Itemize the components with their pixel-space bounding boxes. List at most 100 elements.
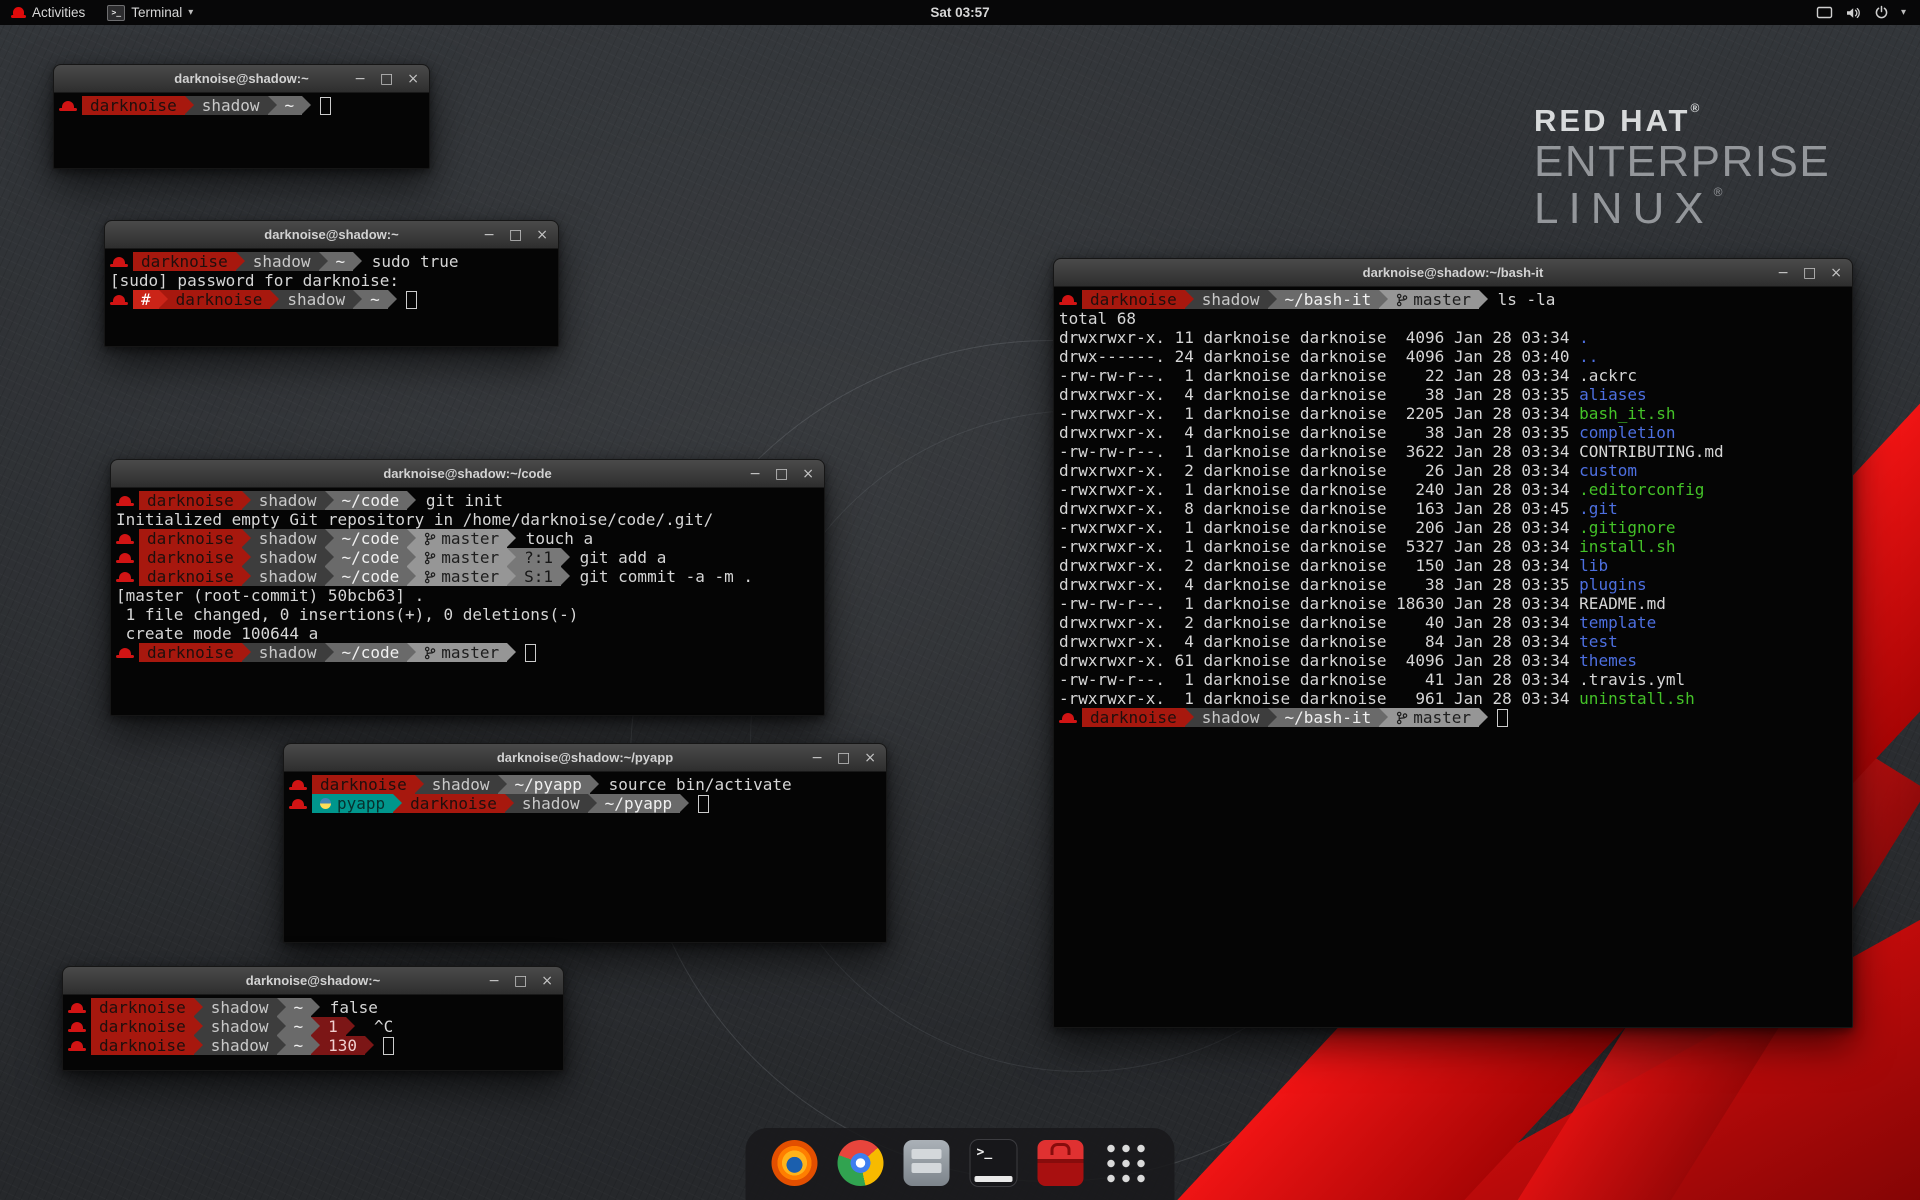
terminal-icon[interactable]: >_	[970, 1139, 1018, 1187]
minimize-button[interactable]: −	[811, 751, 823, 765]
close-button[interactable]: ×	[541, 974, 553, 988]
firefox-icon[interactable]	[772, 1140, 818, 1186]
terminal-line: drwxrwxr-x. 4 darknoise darknoise 38 Jan…	[1059, 575, 1847, 594]
powerline-arrow-icon	[325, 567, 334, 586]
window-titlebar[interactable]: darknoise@shadow:~−□×	[54, 65, 429, 93]
terminal-content[interactable]: darknoiseshadow~/pyapp source bin/activa…	[284, 772, 886, 816]
registered-mark: ®	[1714, 185, 1733, 199]
terminal-line: darknoiseshadow~	[59, 96, 424, 115]
terminal-text: .travis.yml	[1579, 670, 1685, 689]
maximize-button[interactable]: □	[837, 751, 850, 765]
redhat-prompt-icon	[119, 534, 131, 543]
app-grid-icon[interactable]	[1104, 1141, 1149, 1186]
terminal-text: -rw-rw-r--. 1 darknoise darknoise 3622 J…	[1059, 442, 1579, 461]
terminal-line: -rwxrwxr-x. 1 darknoise darknoise 961 Ja…	[1059, 689, 1847, 708]
powerline-arrow-icon	[277, 1036, 286, 1055]
terminal-line: -rw-rw-r--. 1 darknoise darknoise 41 Jan…	[1059, 670, 1847, 689]
chrome-icon[interactable]	[838, 1140, 884, 1186]
powerline-arrow-icon	[407, 548, 416, 567]
terminal-content[interactable]: darknoiseshadow~ falsedarknoiseshadow~1 …	[63, 995, 563, 1058]
redhat-prompt-icon	[119, 648, 131, 657]
window-titlebar[interactable]: darknoise@shadow:~ −□ ×	[105, 221, 558, 249]
terminal-line: drwxrwxr-x. 11 darknoise darknoise 4096 …	[1059, 328, 1847, 347]
prompt-segment-host: shadow	[203, 1017, 277, 1036]
close-button[interactable]: ×	[1830, 266, 1842, 280]
activities-button[interactable]: Activities	[0, 0, 96, 25]
terminal-text: -rwxrwxr-x. 1 darknoise darknoise 240 Ja…	[1059, 480, 1579, 499]
maximize-button[interactable]: □	[514, 974, 527, 988]
minimize-button[interactable]: −	[354, 72, 366, 86]
terminal-content[interactable]: darknoiseshadow~ sudo true[sudo] passwor…	[105, 249, 558, 312]
terminal-text: drwxrwxr-x. 2 darknoise darknoise 26 Jan…	[1059, 461, 1579, 480]
terminal-content[interactable]: darknoiseshadow~/bash-itmaster ls -latot…	[1054, 287, 1852, 730]
window-titlebar[interactable]: darknoise@shadow:~/pyapp−□×	[284, 744, 886, 772]
git-branch-icon	[1396, 711, 1408, 725]
redhat-prompt-icon	[119, 572, 131, 581]
file-name: .gitignore	[1579, 518, 1675, 537]
terminal-line: [sudo] password for darknoise:	[110, 271, 553, 290]
terminal-line: darknoiseshadow~/codemasterS:1 git commi…	[116, 567, 819, 586]
terminal-line: drwxrwxr-x. 2 darknoise darknoise 40 Jan…	[1059, 613, 1847, 632]
terminal-text: README.md	[1579, 594, 1666, 613]
app-menu-terminal[interactable]: >_ Terminal ▾	[96, 0, 204, 25]
minimize-button[interactable]: −	[1777, 266, 1789, 280]
minimize-button[interactable]: −	[483, 228, 495, 242]
close-button[interactable]: ×	[536, 228, 548, 242]
terminal-line: darknoiseshadow~/pyapp source bin/activa…	[289, 775, 881, 794]
prompt-segment-count: ?:1	[516, 548, 561, 567]
powerline-arrow-icon	[1479, 708, 1488, 727]
close-button[interactable]: ×	[802, 467, 814, 481]
terminal-line: -rwxrwxr-x. 1 darknoise darknoise 240 Ja…	[1059, 480, 1847, 499]
window-titlebar[interactable]: darknoise@shadow:~/bash-it−□×	[1054, 259, 1852, 287]
minimize-button[interactable]: −	[488, 974, 500, 988]
maximize-button[interactable]: □	[775, 467, 788, 481]
powerline-arrow-icon	[407, 567, 416, 586]
minimize-button[interactable]: −	[749, 467, 761, 481]
maximize-button[interactable]: □	[380, 72, 393, 86]
toolbox-icon[interactable]	[1038, 1140, 1084, 1186]
close-button[interactable]: ×	[864, 751, 876, 765]
powerline-arrow-icon	[393, 794, 402, 813]
prompt-segment-path: ~/pyapp	[597, 794, 680, 813]
powerline-arrow-icon	[242, 567, 251, 586]
terminal-text: drwxrwxr-x. 4 darknoise darknoise 38 Jan…	[1059, 575, 1579, 594]
terminal-line: drwx------. 24 darknoise darknoise 4096 …	[1059, 347, 1847, 366]
terminal-text: drwx------. 24 darknoise darknoise 4096 …	[1059, 347, 1579, 366]
terminal-text: source bin/activate	[599, 775, 792, 794]
redhat-prompt-icon	[292, 799, 304, 808]
close-button[interactable]: ×	[407, 72, 419, 86]
terminal-line: drwxrwxr-x. 8 darknoise darknoise 163 Ja…	[1059, 499, 1847, 518]
terminal-text: drwxrwxr-x. 2 darknoise darknoise 150 Ja…	[1059, 556, 1579, 575]
terminal-line: darknoiseshadow~/codemaster	[116, 643, 819, 662]
prompt-segment-path: ~/code	[334, 491, 408, 510]
files-icon[interactable]	[904, 1140, 950, 1186]
prompt-segment-user: darknoise	[1082, 290, 1185, 309]
powerline-arrow-icon	[242, 491, 251, 510]
window-titlebar[interactable]: darknoise@shadow:~/code−□×	[111, 460, 824, 488]
system-status-area[interactable]: ▾	[1802, 0, 1920, 25]
powerline-arrow-icon	[507, 548, 516, 567]
powerline-arrow-icon	[242, 548, 251, 567]
terminal-text: -rw-rw-r--. 1 darknoise darknoise 22 Jan…	[1059, 366, 1579, 385]
maximize-button[interactable]: □	[1803, 266, 1816, 280]
window-titlebar[interactable]: darknoise@shadow:~−□×	[63, 967, 563, 995]
clock[interactable]: Sat 03:57	[930, 5, 989, 20]
terminal-line: #darknoiseshadow~	[110, 290, 553, 309]
terminal-content[interactable]: darknoiseshadow~	[54, 93, 429, 118]
prompt-segment-path: ~/bash-it	[1277, 290, 1380, 309]
prompt-segment-count: S:1	[516, 567, 561, 586]
prompt-segment-user: darknoise	[168, 290, 271, 309]
redhat-logo-icon	[11, 7, 26, 18]
terminal-text: [sudo] password for darknoise:	[110, 271, 399, 290]
prompt-segment-host: shadow	[251, 567, 325, 586]
terminal-content[interactable]: darknoiseshadow~/code git initInitialize…	[111, 488, 824, 665]
window-title: darknoise@shadow:~	[264, 227, 398, 242]
powerline-arrow-icon	[277, 1017, 286, 1036]
maximize-button[interactable]: □	[509, 228, 522, 242]
app-menu-label: Terminal	[131, 5, 182, 20]
powerline-arrow-icon	[1268, 290, 1277, 309]
prompt-segment-path: ~/code	[334, 548, 408, 567]
prompt-segment-exit: 1	[320, 1017, 346, 1036]
redhat-prompt-icon	[1062, 713, 1074, 722]
powerline-arrow-icon	[194, 998, 203, 1017]
